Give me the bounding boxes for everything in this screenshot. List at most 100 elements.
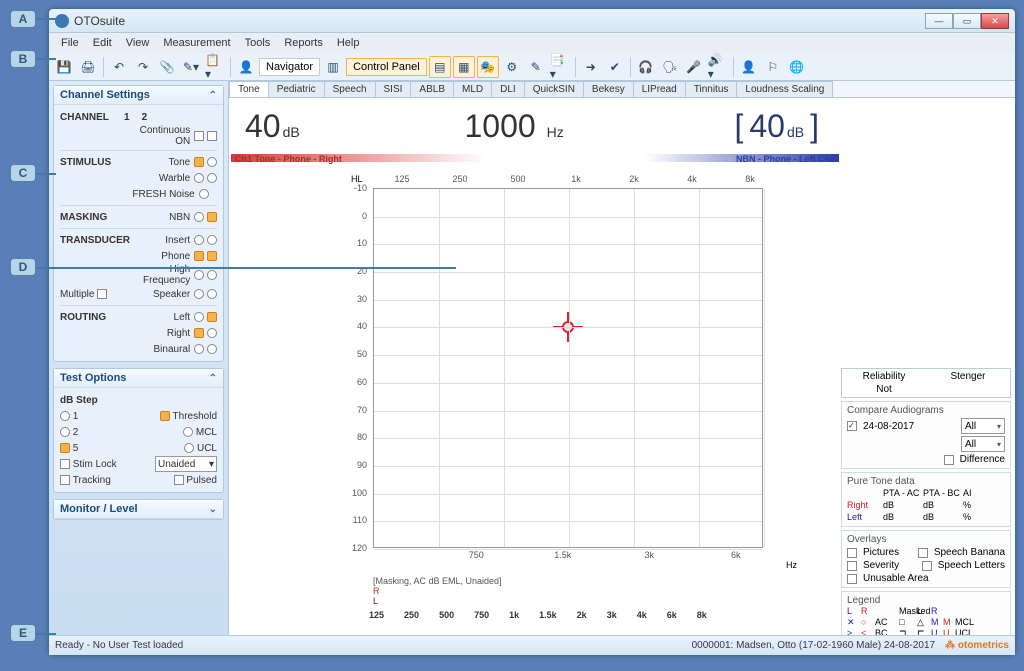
reliability-value[interactable]: Not — [842, 383, 926, 396]
difference-checkbox[interactable] — [944, 455, 954, 465]
menu-file[interactable]: File — [55, 35, 85, 51]
monitor-level-panel: Monitor / Level⌄ — [53, 499, 224, 520]
compare-date-checkbox[interactable] — [847, 421, 857, 431]
trans-hf-ch1[interactable] — [194, 270, 204, 280]
route-right-ch2[interactable] — [207, 328, 217, 338]
route-bin-ch2[interactable] — [207, 344, 217, 354]
mic-icon[interactable]: 🎤 — [683, 56, 705, 78]
tab-loudness[interactable]: Loudness Scaling — [736, 81, 833, 97]
headset-icon[interactable]: 🎧 — [635, 56, 657, 78]
tool-b-icon[interactable]: ✎ — [525, 56, 547, 78]
speaker-icon[interactable]: 🔊▾ — [707, 56, 729, 78]
tab-speech[interactable]: Speech — [324, 81, 376, 97]
mask-ch1[interactable] — [194, 212, 204, 222]
ov-severity-checkbox[interactable] — [847, 561, 857, 571]
tool-c-icon[interactable]: 📑▾ — [549, 56, 571, 78]
tab-tone[interactable]: Tone — [229, 81, 269, 97]
menu-help[interactable]: Help — [331, 35, 366, 51]
tab-ablb[interactable]: ABLB — [410, 81, 454, 97]
tab-pediatric[interactable]: Pediatric — [268, 81, 325, 97]
route-right-ch1[interactable] — [194, 328, 204, 338]
aidmode-value: Unaided — [158, 459, 195, 470]
save-icon[interactable]: 💾 — [53, 56, 75, 78]
pref-icon[interactable]: ⚐ — [762, 56, 784, 78]
ov-letters-checkbox[interactable] — [922, 561, 932, 571]
trans-phone-ch1[interactable] — [194, 251, 204, 261]
trans-insert-ch1[interactable] — [194, 235, 204, 245]
cont-ch2-checkbox[interactable] — [207, 131, 217, 141]
user-icon[interactable]: 👤 — [738, 56, 760, 78]
ucl-radio[interactable] — [184, 443, 194, 453]
route-left-ch1[interactable] — [194, 312, 204, 322]
control-panel-button[interactable]: Control Panel — [346, 58, 427, 76]
globe-icon[interactable]: 🌐 — [786, 56, 808, 78]
threshold-radio[interactable] — [160, 411, 170, 421]
undo-icon[interactable]: ↶ — [108, 56, 130, 78]
attach-icon[interactable]: 📎 — [156, 56, 178, 78]
minimize-button[interactable]: — — [925, 13, 953, 29]
tracking-checkbox[interactable] — [60, 475, 70, 485]
step-5-radio[interactable] — [60, 443, 70, 453]
forward-icon[interactable]: ➜ — [580, 56, 602, 78]
trans-insert-ch2[interactable] — [207, 235, 217, 245]
mask-ch2[interactable] — [207, 212, 217, 222]
redo-icon[interactable]: ↷ — [132, 56, 154, 78]
route-left-ch2[interactable] — [207, 312, 217, 322]
copy-icon[interactable]: 📋▾ — [204, 56, 226, 78]
ov-banana-checkbox[interactable] — [918, 548, 928, 558]
compare-select-1[interactable]: All▾ — [961, 418, 1005, 434]
cont-ch1-checkbox[interactable] — [194, 131, 204, 141]
route-bin-ch1[interactable] — [194, 344, 204, 354]
step-1-radio[interactable] — [60, 411, 70, 421]
step-2-radio[interactable] — [60, 427, 70, 437]
collapse-icon[interactable]: ⌃ — [209, 373, 217, 384]
tab-sisi[interactable]: SISI — [375, 81, 412, 97]
talk-icon[interactable]: 🗣 — [659, 56, 681, 78]
edit-icon[interactable]: ✎▾ — [180, 56, 202, 78]
menu-tools[interactable]: Tools — [239, 35, 277, 51]
ov-unusable-checkbox[interactable] — [847, 574, 857, 584]
stim-fresh-ch1[interactable] — [199, 189, 209, 199]
trans-hf-ch2[interactable] — [207, 270, 217, 280]
tool-a-icon[interactable]: ⚙ — [501, 56, 523, 78]
tab-bekesy[interactable]: Bekesy — [583, 81, 634, 97]
check-icon[interactable]: ✔ — [604, 56, 626, 78]
collapse-icon[interactable]: ⌃ — [209, 90, 217, 101]
layout1-icon[interactable]: ▤ — [429, 56, 451, 78]
close-button[interactable]: ✕ — [981, 13, 1009, 29]
audiogram-grid[interactable] — [373, 188, 763, 548]
stim-tone-ch2[interactable] — [207, 157, 217, 167]
navigator-button[interactable]: Navigator — [259, 58, 320, 76]
person-icon[interactable]: 👤 — [235, 56, 257, 78]
pulsed-checkbox[interactable] — [174, 475, 184, 485]
menu-edit[interactable]: Edit — [87, 35, 118, 51]
expand-icon[interactable]: ⌄ — [209, 504, 217, 515]
trans-speaker-ch2[interactable] — [207, 289, 217, 299]
tab-mld[interactable]: MLD — [453, 81, 492, 97]
print-icon[interactable]: 🖨 — [77, 56, 99, 78]
mask-icon[interactable]: 🎭 — [477, 56, 499, 78]
panel-icon[interactable]: ▥ — [322, 56, 344, 78]
layout2-icon[interactable]: ▦ — [453, 56, 475, 78]
menu-reports[interactable]: Reports — [278, 35, 329, 51]
ov-pictures-checkbox[interactable] — [847, 548, 857, 558]
stim-warble-ch1[interactable] — [194, 173, 204, 183]
compare-select-2[interactable]: All▾ — [961, 436, 1005, 452]
menu-view[interactable]: View — [120, 35, 156, 51]
trans-speaker-ch1[interactable] — [194, 289, 204, 299]
trans-phone-ch2[interactable] — [207, 251, 217, 261]
multiple-checkbox[interactable] — [97, 289, 107, 299]
tab-tinnitus[interactable]: Tinnitus — [685, 81, 738, 97]
tab-quicksin[interactable]: QuickSIN — [524, 81, 584, 97]
title-bar: OTOsuite — ▭ ✕ — [49, 9, 1015, 33]
stim-warble-ch2[interactable] — [207, 173, 217, 183]
tab-dli[interactable]: DLI — [491, 81, 525, 97]
stimlock-checkbox[interactable] — [60, 459, 70, 469]
mcl-radio[interactable] — [183, 427, 193, 437]
menu-measurement[interactable]: Measurement — [157, 35, 236, 51]
maximize-button[interactable]: ▭ — [953, 13, 981, 29]
aidmode-select[interactable]: Unaided▾ — [155, 456, 217, 472]
stim-tone-ch1[interactable] — [194, 157, 204, 167]
audiogram[interactable]: HL 1252505001k2k4k8k -100102030405060708… — [339, 174, 779, 574]
tab-lipread[interactable]: LIPread — [633, 81, 686, 97]
